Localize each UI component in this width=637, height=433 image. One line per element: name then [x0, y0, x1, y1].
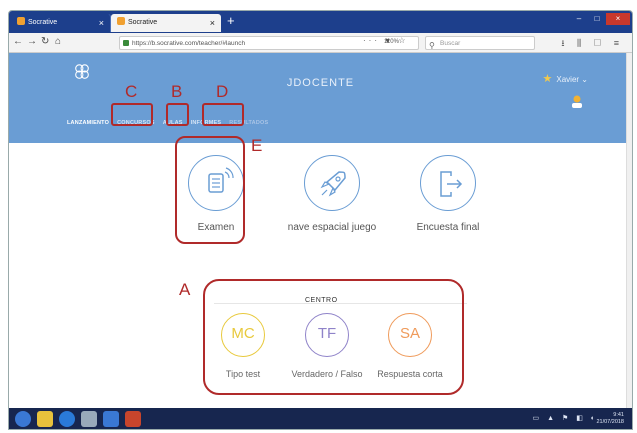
clock[interactable]: 9:41 21/07/2018	[596, 412, 624, 426]
document-app-icon[interactable]	[81, 411, 97, 427]
close-tab-icon[interactable]: ×	[99, 14, 104, 32]
search-box[interactable]: ⚲ Buscar	[425, 36, 535, 50]
windows-app-icon[interactable]	[103, 411, 119, 427]
star-icon: ★	[542, 73, 553, 85]
close-tab-icon[interactable]: ×	[210, 14, 215, 32]
windows-taskbar: ▭ ▲ ⚑ ◧ ◐ 9:41 21/07/2018	[9, 408, 632, 429]
launch-label: Encuesta final	[416, 222, 480, 233]
launch-space-race[interactable]: nave espacial juego	[287, 155, 377, 233]
page-actions-icon[interactable]: ··· ♥ ☆	[363, 36, 408, 45]
annotation-label-a: A	[179, 280, 191, 299]
annotation-box-e	[175, 136, 245, 244]
window-controls: – □ ×	[570, 13, 630, 27]
launch-label: nave espacial juego	[287, 222, 377, 233]
user-name: Xavier	[556, 75, 580, 84]
home-icon[interactable]: ⌂	[55, 36, 61, 47]
socrative-favicon	[117, 17, 125, 25]
launch-exit-ticket[interactable]: Encuesta final	[403, 155, 493, 233]
clock-date: 21/07/2018	[596, 419, 624, 425]
rocket-icon	[320, 171, 346, 197]
search-icon: ⚲	[429, 41, 435, 50]
internet-explorer-icon[interactable]	[59, 411, 75, 427]
annotation-label-c: C	[125, 82, 138, 101]
reload-icon[interactable]: ↻	[41, 36, 49, 47]
tab-title: Socrative	[28, 19, 58, 26]
annotation-label-e: E	[251, 136, 263, 155]
navigation-bar: ← → ↻ ⌂ https://b.socrative.com/teacher/…	[9, 33, 632, 53]
app-header: JDOCENTE ★ Xavier ⌄ LANZAMIENTO CONCURSOS…	[9, 53, 632, 143]
annotation-label-d: D	[216, 82, 229, 101]
annotation-box-c	[111, 103, 153, 126]
scrollbar[interactable]	[626, 53, 632, 408]
powerpoint-icon[interactable]	[125, 411, 141, 427]
browser-tab-2[interactable]: Socrative ×	[111, 14, 221, 32]
new-tab-icon[interactable]: +	[227, 13, 235, 28]
tab-title: Socrative	[128, 19, 158, 26]
minimize-icon[interactable]: –	[570, 13, 588, 25]
start-icon[interactable]	[15, 411, 31, 427]
clock-time: 9:41	[613, 412, 624, 418]
exit-icon	[440, 171, 463, 197]
launch-icon-circle	[304, 155, 360, 211]
back-icon[interactable]: ←	[13, 36, 23, 47]
forward-icon[interactable]: →	[27, 36, 37, 47]
browser-tab-1[interactable]: Socrative ×	[11, 14, 111, 32]
close-window-icon[interactable]: ×	[606, 13, 630, 25]
maximize-icon[interactable]: □	[588, 13, 606, 25]
annotation-box-b	[166, 103, 189, 126]
lock-icon	[123, 40, 129, 46]
tab-bar: Socrative × Socrative × + – □ ×	[9, 11, 632, 33]
url-text: https://b.socrative.com/teacher/#launch	[132, 40, 246, 47]
search-placeholder: Buscar	[440, 40, 461, 47]
launch-icon-circle	[420, 155, 476, 211]
toolbar-icons[interactable]: ⭳ ⫼ ▢ ≡	[561, 36, 624, 52]
annotation-label-b: B	[171, 82, 183, 101]
file-explorer-icon[interactable]	[37, 411, 53, 427]
user-menu[interactable]: ★ Xavier ⌄	[543, 72, 589, 85]
annotation-box-d	[202, 103, 244, 126]
account-icon[interactable]	[570, 95, 584, 109]
socrative-favicon	[17, 17, 25, 25]
system-tray-icons[interactable]: ▭ ▲ ⚑ ◧ ◐	[533, 414, 598, 422]
annotation-box-a	[203, 279, 464, 395]
room-name: JDOCENTE	[286, 77, 355, 89]
tab-lanzamiento[interactable]: LANZAMIENTO	[65, 117, 111, 129]
